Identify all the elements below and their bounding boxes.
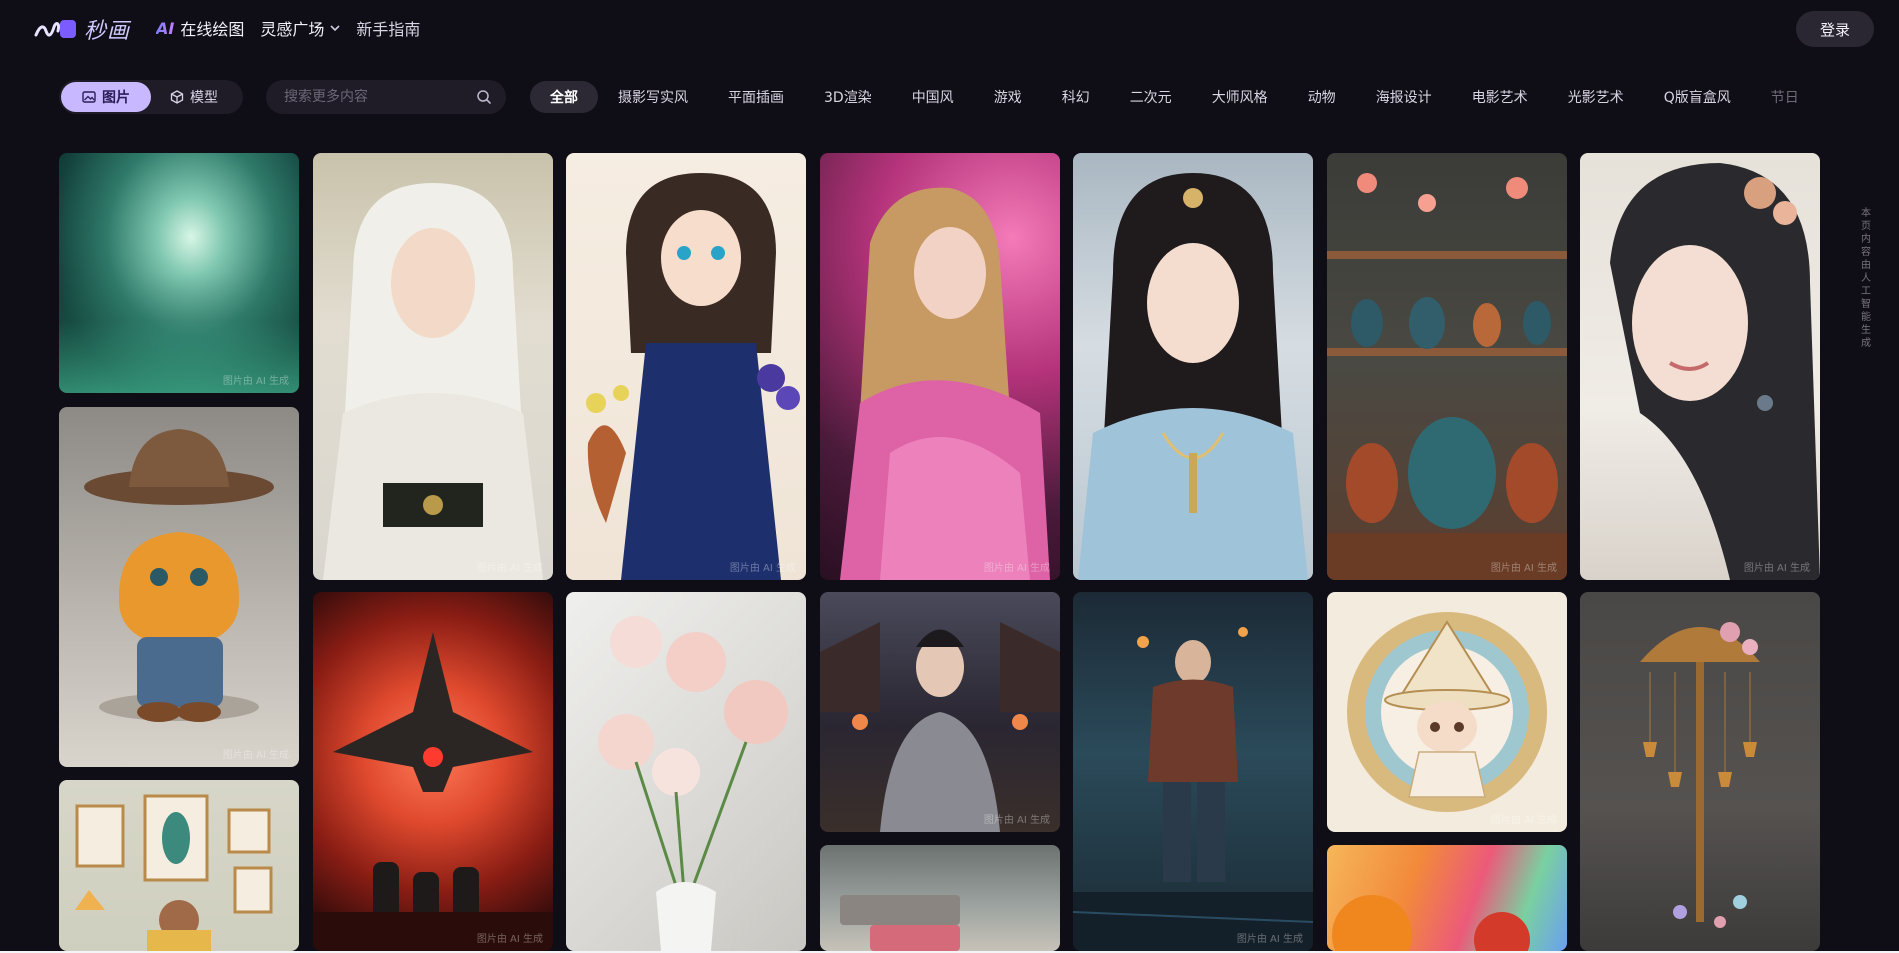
gallery-card-cat[interactable]: 图片由 AI 生成 (59, 407, 299, 767)
app: 秒画 AI 在线绘图 灵感广场 新手指南 登录 图片 模型 搜索更多内容 全部 … (0, 0, 1899, 953)
ai-watermark: 图片由 AI 生成 (476, 563, 543, 574)
gallery-card-white-hair-girl[interactable]: 图片由 AI 生成 (313, 153, 553, 580)
ai-watermark: 图片由 AI 生成 (729, 563, 796, 574)
gallery-card-swordsman[interactable]: 图片由 AI 生成 (820, 592, 1060, 832)
gallery-card-forest[interactable]: 图片由 AI 生成 (59, 153, 299, 393)
gallery-card-roses[interactable] (566, 592, 806, 951)
ai-watermark: 图片由 AI 生成 (1490, 563, 1557, 574)
gallery-card-pink-girl[interactable]: 图片由 AI 生成 (820, 153, 1060, 580)
ai-watermark: 图片由 AI 生成 (222, 750, 289, 761)
gallery-card-porcelain[interactable]: 图片由 AI 生成 (1327, 153, 1567, 580)
gallery-card-spaceship[interactable]: 图片由 AI 生成 (313, 592, 553, 951)
ai-watermark: 图片由 AI 生成 (476, 934, 543, 945)
ai-generated-notice: 本页内容由人工智能生成 (1861, 208, 1871, 349)
ai-watermark: 图片由 AI 生成 (1236, 934, 1303, 945)
ai-watermark: 图片由 AI 生成 (222, 376, 289, 387)
gallery-card-chibi-witch[interactable]: 图片由 AI 生成 (1327, 592, 1567, 832)
gallery-card-room[interactable] (59, 780, 299, 951)
ai-watermark: 图片由 AI 生成 (1743, 563, 1810, 574)
gallery-card-chinese-lady[interactable] (1073, 153, 1313, 580)
ai-watermark: 图片由 AI 生成 (1490, 815, 1557, 826)
image-gallery: 图片由 AI 生成 图片由 AI 生成 图片由 AI 生成 图片由 AI 生成 … (0, 0, 1899, 953)
gallery-card-wind-chime[interactable] (1580, 592, 1820, 951)
gallery-card-rainbow-fruit[interactable] (1327, 845, 1567, 951)
gallery-card-desk[interactable] (820, 845, 1060, 951)
ai-watermark: 图片由 AI 生成 (983, 815, 1050, 826)
ai-watermark: 图片由 AI 生成 (983, 563, 1050, 574)
gallery-card-lady-portrait[interactable]: 图片由 AI 生成 (1580, 153, 1820, 580)
gallery-card-anime-girl[interactable]: 图片由 AI 生成 (566, 153, 806, 580)
gallery-card-alley-man[interactable]: 图片由 AI 生成 (1073, 592, 1313, 951)
